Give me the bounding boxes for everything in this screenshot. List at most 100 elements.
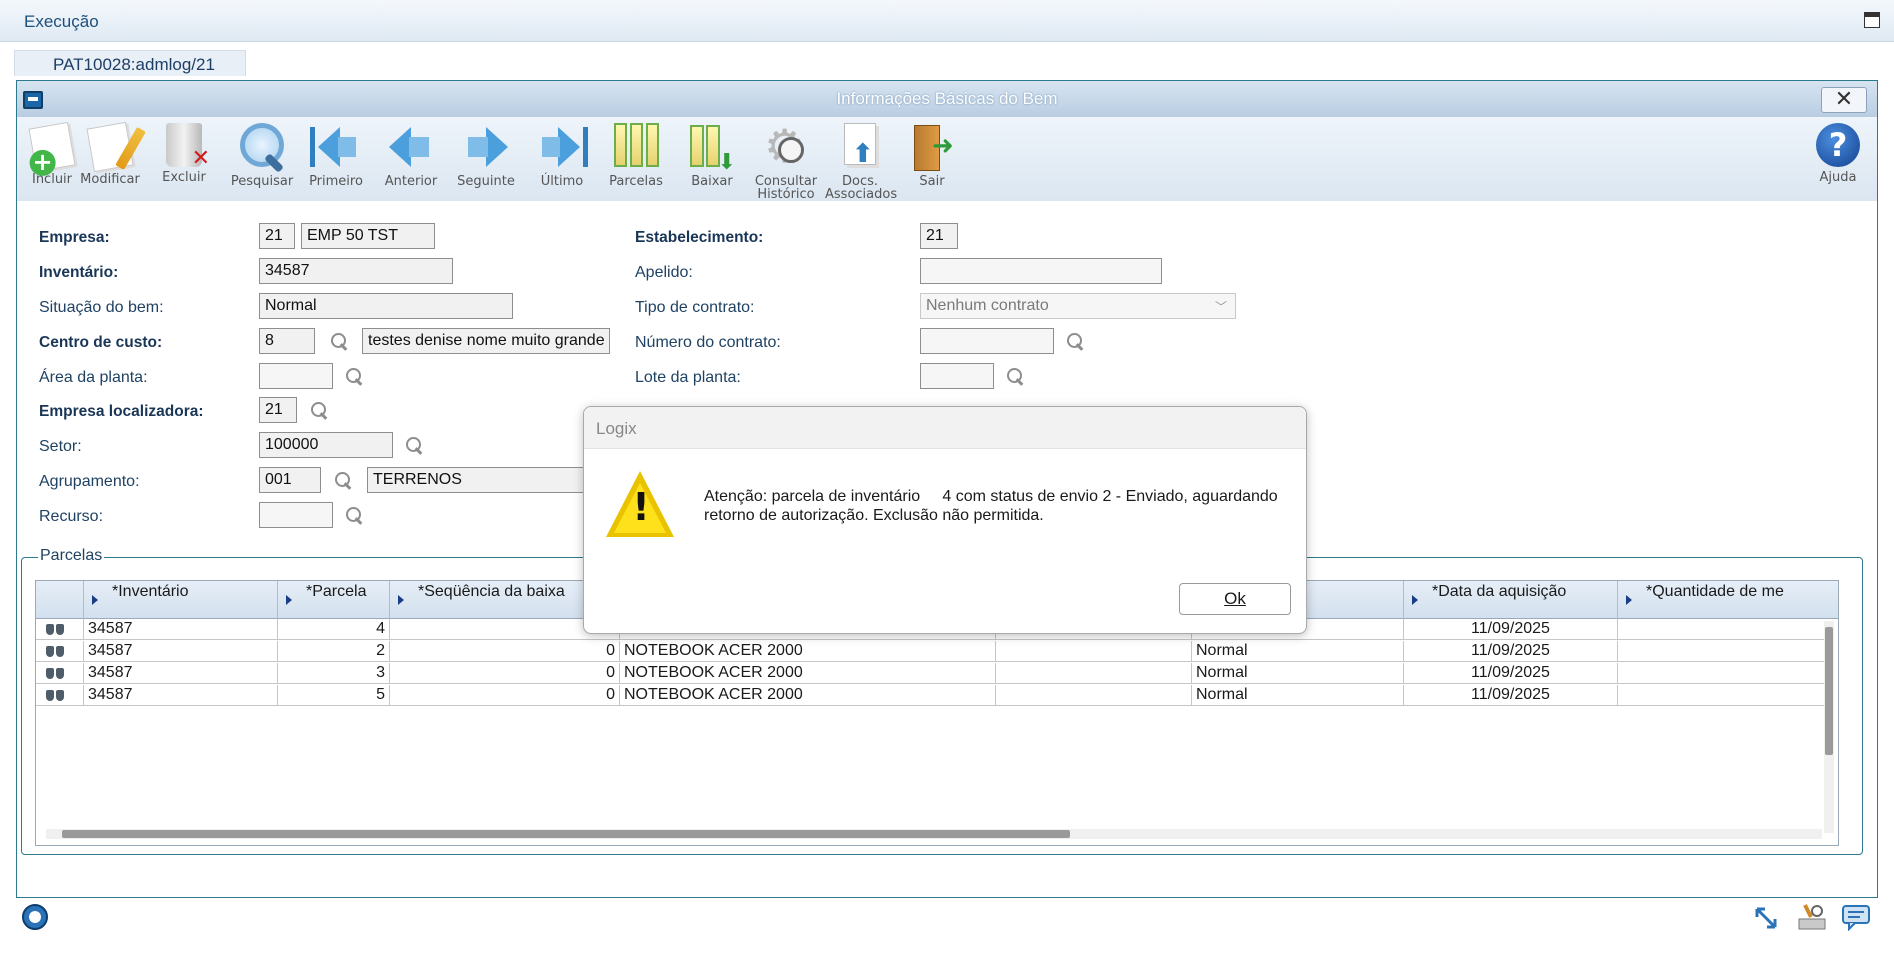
anterior-button[interactable]: Anterior: [376, 123, 446, 188]
horizontal-scrollbar[interactable]: [46, 829, 1822, 839]
binoculars-icon[interactable]: [45, 644, 65, 658]
tipo-contrato-value: Nenhum contrato: [926, 297, 1049, 314]
vertical-scrollbar[interactable]: [1824, 621, 1834, 833]
apelido-label: Apelido:: [635, 264, 693, 281]
agrupamento-name-field[interactable]: TERRENOS: [367, 467, 597, 493]
table-row[interactable]: 34587 3 0 NOTEBOOK ACER 2000 Normal 11/0…: [36, 663, 1824, 684]
horizontal-scroll-thumb[interactable]: [62, 830, 1070, 838]
area-planta-label: Área da planta:: [39, 369, 148, 386]
tools-icon[interactable]: [1797, 903, 1827, 933]
baixar-button[interactable]: Baixar: [677, 123, 747, 188]
parcelas-label: Parcelas: [609, 174, 663, 189]
recurso-field[interactable]: [259, 502, 333, 528]
empresa-name-field[interactable]: EMP 50 TST: [301, 223, 435, 249]
add-document-icon: [28, 121, 76, 173]
toolbar: Incluir Modificar Excluir Pesquisar Prim…: [17, 117, 1877, 201]
binoculars-icon[interactable]: [45, 688, 65, 702]
table-row[interactable]: 34587 5 0 NOTEBOOK ACER 2000 Normal 11/0…: [36, 685, 1824, 706]
ajuda-button[interactable]: ? Ajuda: [1803, 123, 1873, 184]
agrupamento-search-icon[interactable]: [334, 471, 354, 491]
parcelas-legend: Parcelas: [38, 547, 105, 565]
centro-custo-name-field[interactable]: testes denise nome muito grande: [362, 328, 610, 354]
tab-program[interactable]: PAT10028:admlog/21: [14, 50, 246, 76]
excluir-label: Excluir: [162, 170, 206, 185]
seguinte-label: Seguinte: [457, 174, 515, 189]
primeiro-label: Primeiro: [309, 174, 363, 189]
primeiro-button[interactable]: Primeiro: [301, 123, 371, 188]
ok-label: Ok: [1224, 589, 1246, 608]
situacao-field[interactable]: Normal: [259, 293, 513, 319]
numero-contrato-field[interactable]: [920, 328, 1054, 354]
search-icon: [236, 123, 288, 171]
dialog-message: Atenção: parcela de inventário 4 com sta…: [704, 488, 1278, 524]
chat-icon[interactable]: [1841, 903, 1871, 933]
ultimo-label: Último: [540, 174, 584, 189]
sair-label: Sair: [919, 174, 945, 189]
table-row[interactable]: 34587 2 0 NOTEBOOK ACER 2000 Normal 11/0…: [36, 641, 1824, 662]
column-header-data-aquisicao[interactable]: *Data da aquisição: [1404, 581, 1618, 619]
agrupamento-code-field[interactable]: 001: [259, 467, 321, 493]
lote-planta-label: Lote da planta:: [635, 369, 741, 386]
trash-icon: [166, 123, 210, 171]
pesquisar-label: Pesquisar: [230, 174, 294, 189]
estabelecimento-label: Estabelecimento:: [635, 229, 764, 246]
centro-custo-search-icon[interactable]: [330, 332, 350, 352]
previous-arrow-icon: [385, 123, 437, 171]
column-header-quantidade[interactable]: *Quantidade de me: [1618, 581, 1838, 619]
status-globe-icon[interactable]: [21, 903, 51, 933]
binoculars-icon[interactable]: [45, 622, 65, 636]
seguinte-button[interactable]: Seguinte: [451, 123, 521, 188]
ok-button[interactable]: Ok: [1179, 583, 1291, 615]
window-titlebar: Informações Básicas do Bem ✕: [17, 81, 1877, 117]
setor-search-icon[interactable]: [405, 436, 425, 456]
resize-arrow-icon[interactable]: [1753, 905, 1783, 935]
dialog-title: Logix: [596, 419, 637, 438]
consultar-historico-button[interactable]: Consultar Histórico: [751, 119, 821, 202]
recurso-label: Recurso:: [39, 508, 104, 525]
modificar-label: Modificar: [80, 172, 140, 187]
tipo-contrato-label: Tipo de contrato:: [635, 299, 755, 316]
maximize-icon[interactable]: [1864, 12, 1880, 28]
ultimo-button[interactable]: Último: [527, 123, 597, 188]
modificar-button[interactable]: Modificar: [75, 121, 145, 187]
numero-contrato-label: Número do contrato:: [635, 334, 781, 351]
lote-planta-search-icon[interactable]: [1006, 367, 1026, 387]
next-arrow-icon: [460, 123, 512, 171]
first-record-icon: [310, 123, 362, 171]
centro-custo-code-field[interactable]: 8: [259, 328, 315, 354]
inventario-field[interactable]: 34587: [259, 258, 453, 284]
window-title: Informações Básicas do Bem: [836, 89, 1058, 108]
pesquisar-button[interactable]: Pesquisar: [227, 123, 297, 188]
tipo-contrato-select[interactable]: Nenhum contrato ﹀: [920, 293, 1236, 319]
parcelas-button[interactable]: Parcelas: [601, 123, 671, 188]
close-button[interactable]: ✕: [1821, 87, 1867, 113]
vertical-scroll-thumb[interactable]: [1825, 627, 1833, 755]
area-planta-search-icon[interactable]: [345, 367, 365, 387]
recurso-search-icon[interactable]: [345, 506, 365, 526]
alert-dialog: Logix ! Atenção: parcela de inventário 4…: [583, 406, 1307, 634]
setor-label: Setor:: [39, 438, 82, 455]
apelido-field[interactable]: [920, 258, 1162, 284]
docs-associados-button[interactable]: Docs. Associados: [825, 123, 897, 201]
historico-label: Histórico: [757, 187, 815, 202]
numero-contrato-search-icon[interactable]: [1066, 332, 1086, 352]
last-record-icon: [536, 123, 588, 171]
empresa-localizadora-search-icon[interactable]: [310, 401, 330, 421]
sair-button[interactable]: Sair: [897, 123, 967, 188]
estabelecimento-field[interactable]: 21: [920, 223, 958, 249]
edit-document-icon: [86, 121, 134, 173]
inventario-label: Inventário:: [39, 264, 119, 281]
empresa-localizadora-field[interactable]: 21: [259, 397, 297, 423]
dialog-header: Logix: [584, 407, 1306, 449]
lote-planta-field[interactable]: [920, 363, 994, 389]
column-header-inventario[interactable]: *Inventário: [84, 581, 278, 619]
execution-bar: Execução: [0, 0, 1894, 42]
excluir-button[interactable]: Excluir: [149, 123, 219, 184]
empresa-code-field[interactable]: 21: [259, 223, 295, 249]
setor-field[interactable]: 100000: [259, 432, 393, 458]
parcelas-icon: [610, 123, 662, 171]
area-planta-field[interactable]: [259, 363, 333, 389]
binoculars-icon[interactable]: [45, 666, 65, 680]
grid-header-icon-col: [36, 581, 84, 619]
column-header-parcela[interactable]: *Parcela: [278, 581, 390, 619]
